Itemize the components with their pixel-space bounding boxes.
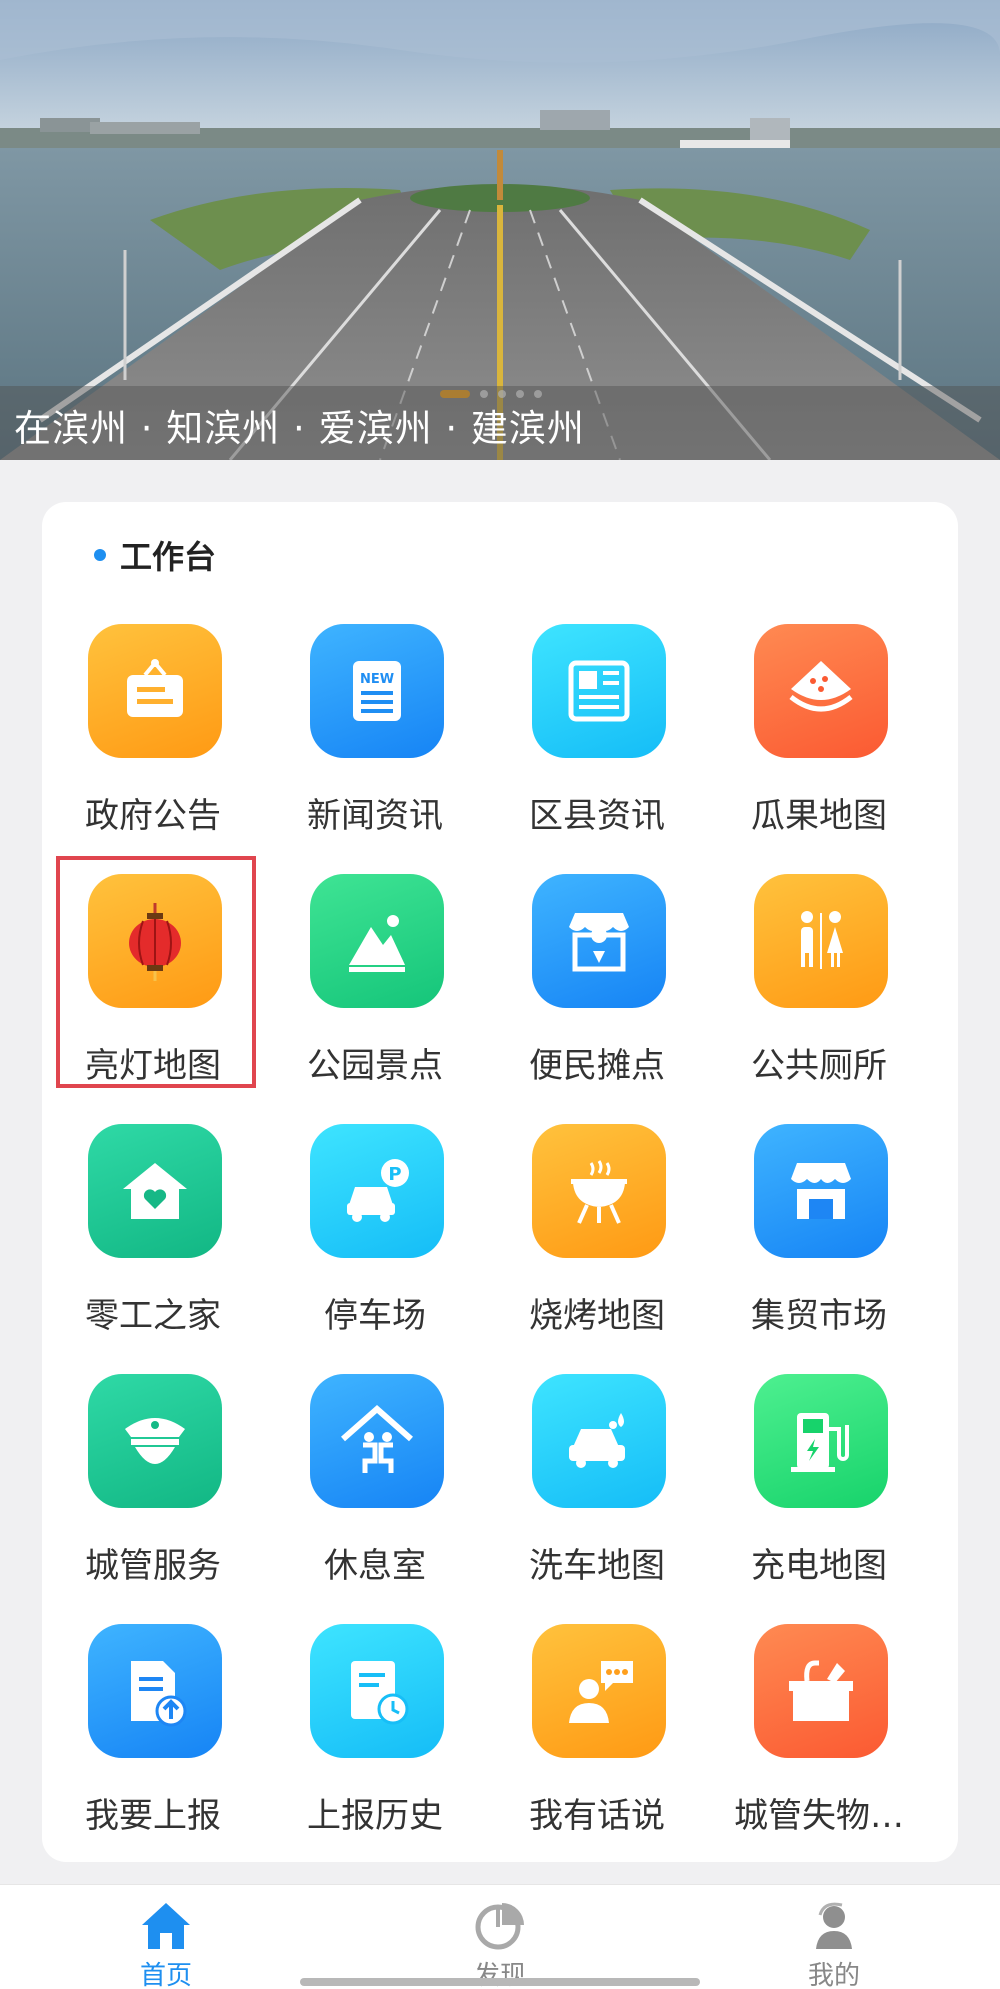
tab-home-label: 首页 (139, 1961, 192, 1989)
grid-item-label: 公共厕所 (751, 1046, 887, 1086)
grid-item-label: 便民摊点 (529, 1046, 665, 1086)
tab-home[interactable]: 首页 (86, 1885, 246, 1989)
pie-chart-icon (475, 1903, 524, 1950)
bottom-tab-bar: 首页 发现 我的 (0, 1884, 1000, 1989)
grid-item-label: 区县资讯 (529, 796, 665, 836)
grid-item-label: 零工之家 (85, 1296, 221, 1336)
grid-item-label: 我有话说 (529, 1796, 665, 1836)
profile-icon (816, 1902, 852, 1949)
home-indicator[interactable] (300, 1978, 700, 1986)
grid-item-restroom[interactable]: 公共厕所 (708, 874, 930, 1124)
grid-item-fruit-map[interactable]: 瓜果地图 (708, 624, 930, 874)
grid-item-lighting-map[interactable]: 亮灯地图 (42, 856, 264, 1124)
svg-text:P: P (388, 1164, 401, 1185)
tab-discover[interactable]: 发现 (420, 1885, 580, 1989)
grid-item-lost-found[interactable]: 城管失物… (708, 1624, 930, 1874)
grid-item-label: 洗车地图 (529, 1546, 665, 1586)
grid-item-label: 充电地图 (751, 1546, 887, 1586)
grid-item-label: 公园景点 (307, 1046, 443, 1086)
grid-item-label: 瓜果地图 (751, 796, 887, 836)
grid-item-parks[interactable]: 公园景点 (264, 874, 486, 1124)
grid-item-report[interactable]: 我要上报 (42, 1624, 264, 1874)
newspaper-icon (532, 624, 666, 758)
tab-mine-label: 我的 (807, 1961, 860, 1989)
stall-icon (532, 874, 666, 1008)
officer-icon (88, 1374, 222, 1508)
grid-item-gov-notice[interactable]: 政府公告 (42, 624, 264, 874)
grid-item-label: 上报历史 (307, 1796, 443, 1836)
report-upload-icon (88, 1624, 222, 1758)
restroom-icon (754, 874, 888, 1008)
grid-item-bbq-map[interactable]: 烧烤地图 (486, 1124, 708, 1374)
market-icon (754, 1124, 888, 1258)
grid-item-label: 休息室 (324, 1546, 426, 1586)
grid-item-stalls[interactable]: 便民摊点 (486, 874, 708, 1124)
grid-item-label: 我要上报 (85, 1796, 221, 1836)
grid-item-news[interactable]: NEW 新闻资讯 (264, 624, 486, 874)
grid-item-report-history[interactable]: 上报历史 (264, 1624, 486, 1874)
house-heart-icon (88, 1124, 222, 1258)
grid-item-label: 集贸市场 (751, 1296, 887, 1336)
parking-icon: P (310, 1124, 444, 1258)
workbench-card: 工作台 政府公告 NEW 新闻资讯 区县资讯 瓜果地图 亮灯地图 公园景点 便民… (42, 502, 958, 1862)
watermelon-icon (754, 624, 888, 758)
grid-item-parking[interactable]: P 停车场 (264, 1124, 486, 1374)
charging-icon (754, 1374, 888, 1508)
rest-room-icon (310, 1374, 444, 1508)
workbench-header: 工作台 (94, 532, 216, 578)
grid-item-label: 城管服务 (85, 1546, 221, 1586)
grid-item-label: 政府公告 (85, 796, 221, 836)
grid-item-label: 亮灯地图 (85, 1046, 221, 1086)
lantern-icon (88, 874, 222, 1008)
car-wash-icon (532, 1374, 666, 1508)
grid-item-label: 烧烤地图 (529, 1296, 665, 1336)
lost-found-icon (754, 1624, 888, 1758)
svg-text:NEW: NEW (360, 672, 394, 687)
tab-mine[interactable]: 我的 (754, 1885, 914, 1989)
grid-item-gig-home[interactable]: 零工之家 (42, 1124, 264, 1374)
grid-item-car-wash[interactable]: 洗车地图 (486, 1374, 708, 1624)
bullet-dot-icon (94, 549, 106, 561)
grid-item-charging-map[interactable]: 充电地图 (708, 1374, 930, 1624)
workbench-title: 工作台 (120, 538, 217, 576)
grid-item-market[interactable]: 集贸市场 (708, 1124, 930, 1374)
speech-icon (532, 1624, 666, 1758)
news-icon: NEW (310, 624, 444, 758)
notice-board-icon (88, 624, 222, 758)
banner-carousel[interactable]: 在滨州 · 知滨州 · 爱滨州 · 建滨州 (0, 0, 1000, 460)
grid-item-label: 新闻资讯 (307, 796, 443, 836)
grid-item-label: 停车场 (324, 1296, 426, 1336)
grid-item-district-news[interactable]: 区县资讯 (486, 624, 708, 874)
grid-item-label: 城管失物… (734, 1796, 904, 1836)
home-icon (142, 1903, 190, 1949)
report-history-icon (310, 1624, 444, 1758)
grid-item-city-management[interactable]: 城管服务 (42, 1374, 264, 1624)
banner-caption: 在滨州 · 知滨州 · 爱滨州 · 建滨州 (14, 407, 585, 450)
grid-item-rest-room[interactable]: 休息室 (264, 1374, 486, 1624)
grill-icon (532, 1124, 666, 1258)
mountain-icon (310, 874, 444, 1008)
grid-item-speak[interactable]: 我有话说 (486, 1624, 708, 1874)
